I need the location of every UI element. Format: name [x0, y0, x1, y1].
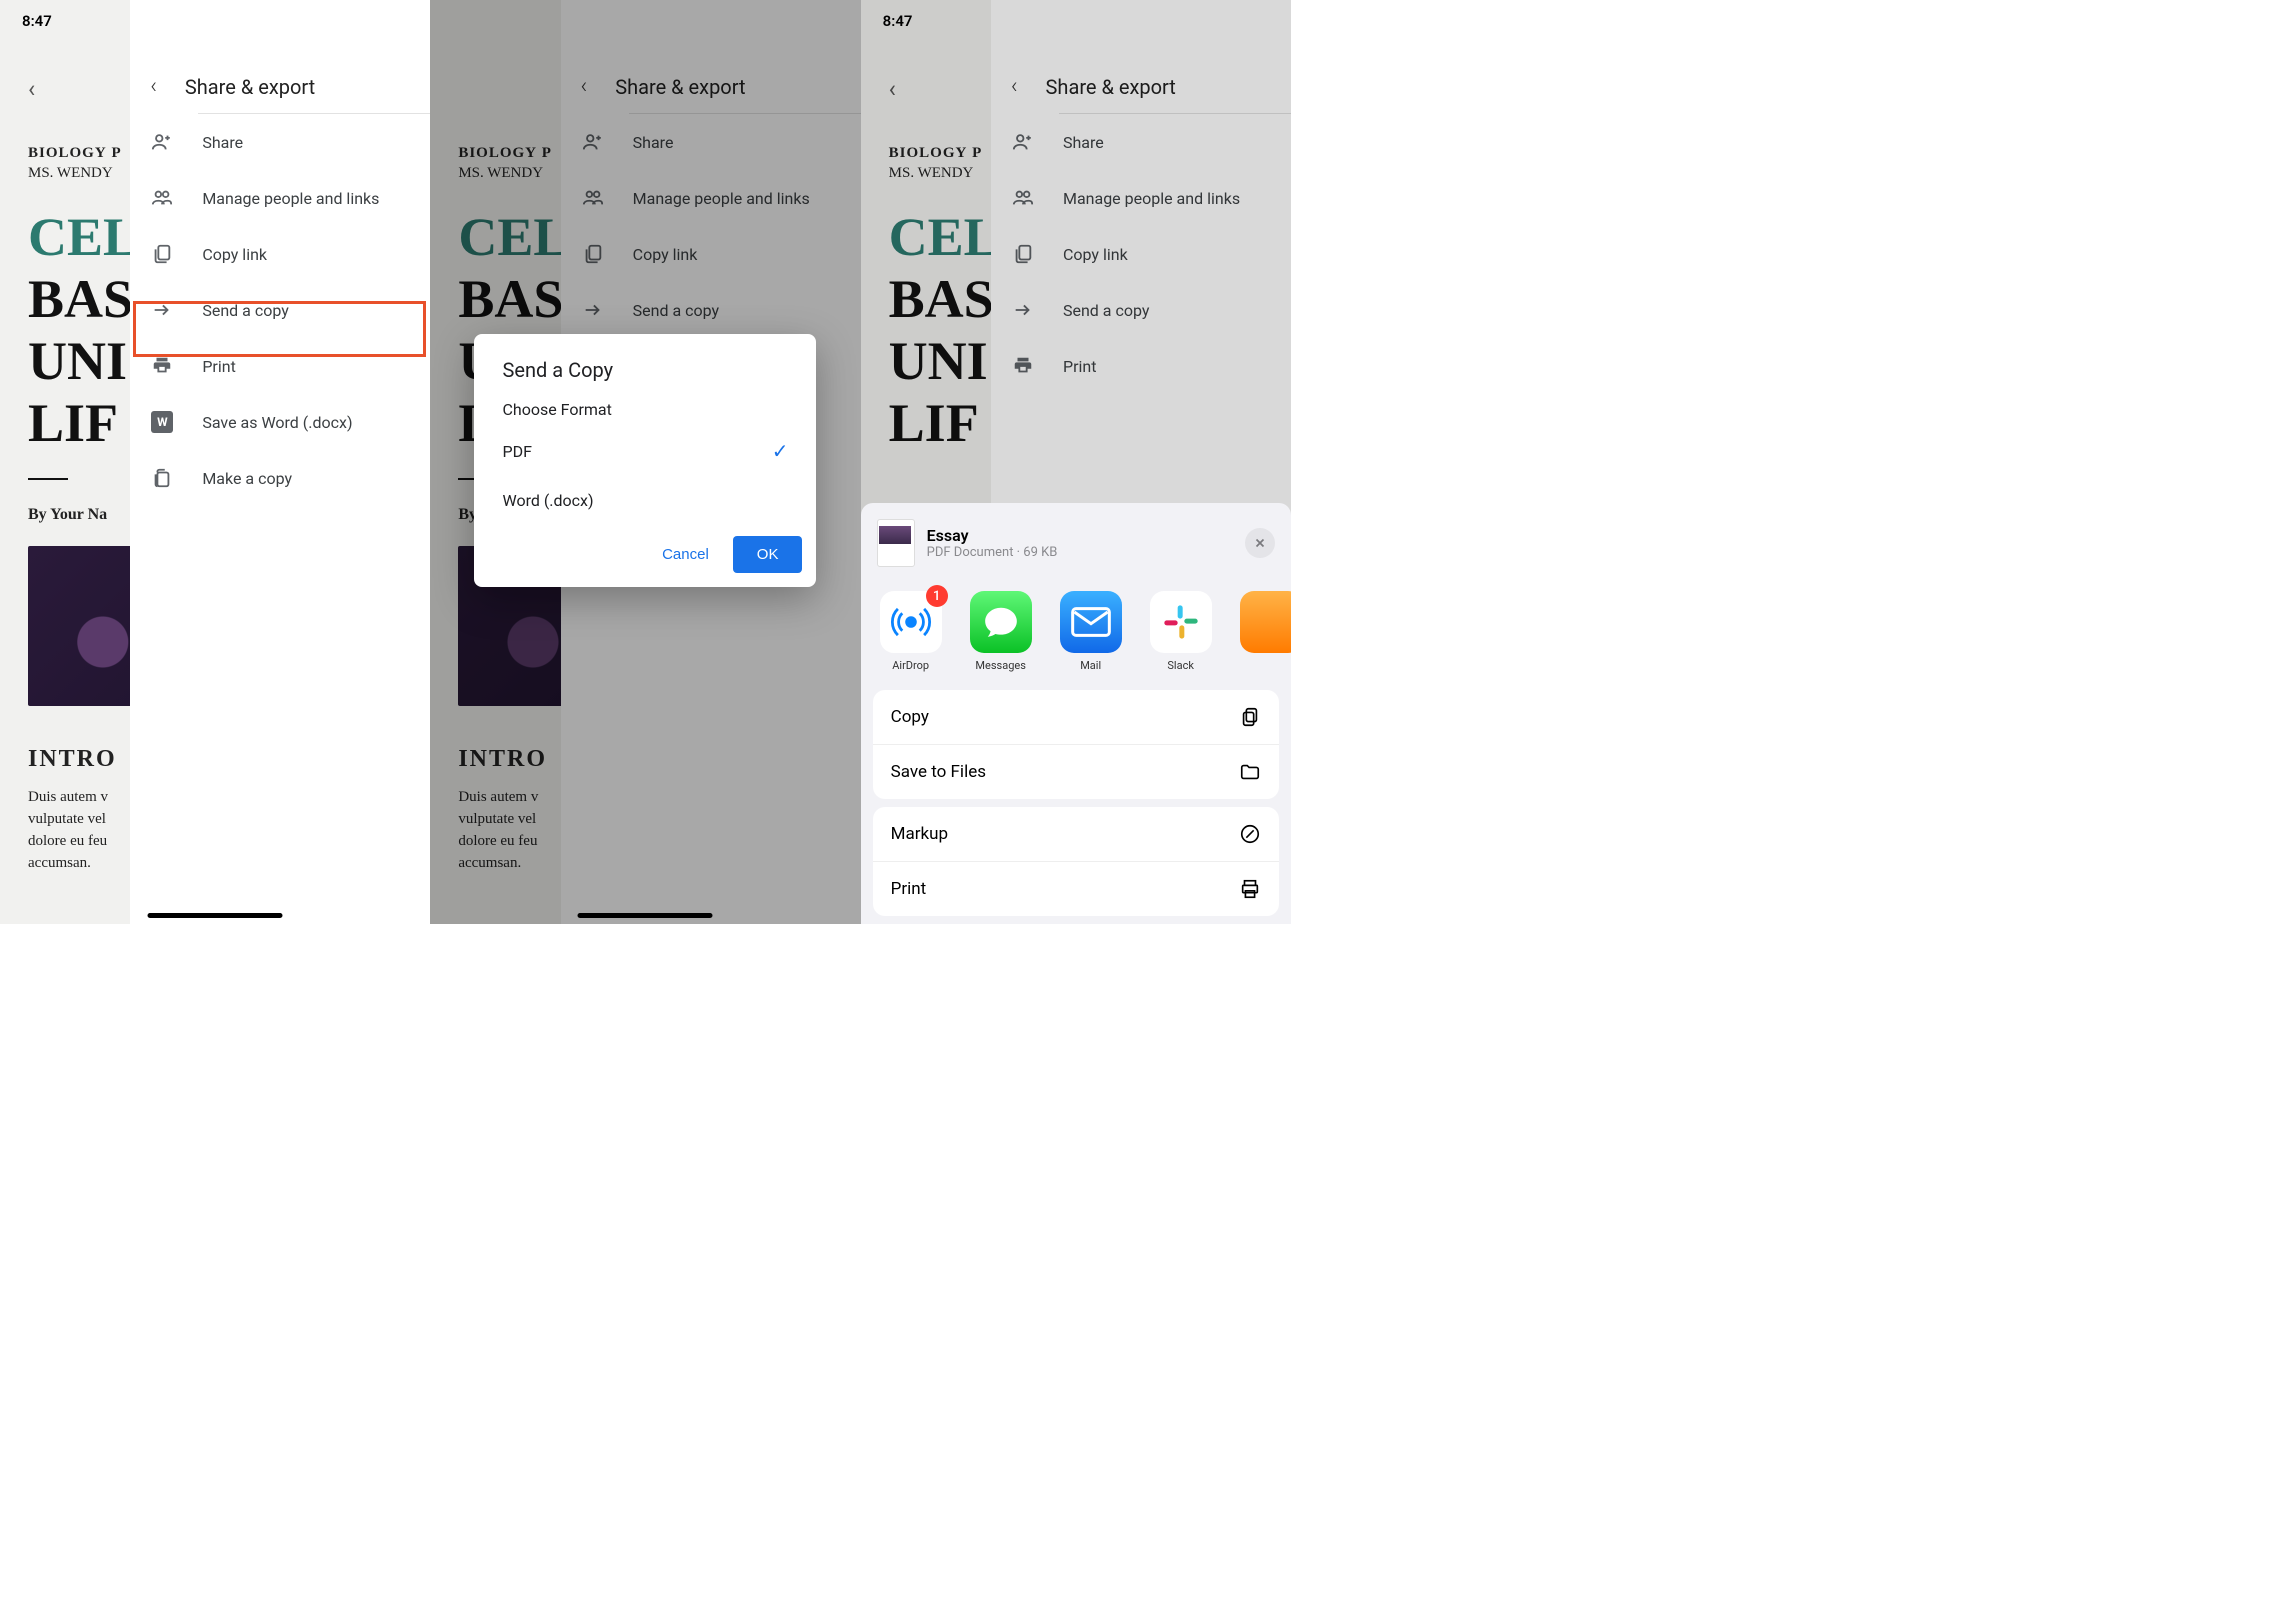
panel-back-icon[interactable]: ‹ [150, 74, 157, 99]
menu-copy-link[interactable]: Copy link [130, 226, 430, 282]
phone-1: 8:47 ▪▪▪ LTE ‹ BIOLOGY P MS. WENDY CEL B… [0, 0, 430, 924]
action-copy-label: Copy [891, 707, 929, 727]
app-slack[interactable]: Slack [1147, 591, 1215, 672]
messages-icon [970, 591, 1032, 653]
menu-print-label: Print [202, 357, 235, 376]
printer-icon [1239, 878, 1261, 900]
share-export-panel: ‹ Share & export Share Manage people and… [130, 0, 430, 924]
share-filemeta: PDF Document · 69 KB [927, 545, 1233, 560]
dialog-title: Send a Copy [474, 334, 816, 392]
share-filename: Essay [927, 526, 1233, 545]
copy-pages-icon [1239, 706, 1261, 728]
airdrop-label: AirDrop [892, 659, 929, 672]
app-airdrop[interactable]: 1 AirDrop [877, 591, 945, 672]
home-indicator[interactable] [578, 913, 713, 918]
slack-icon [1150, 591, 1212, 653]
phone-3: 8:47 ▪▪▪ LTE ‹ BIOLOGY P MS. WENDY CEL B… [861, 0, 1291, 924]
mail-icon [1060, 591, 1122, 653]
ok-button[interactable]: OK [733, 536, 803, 573]
phone-2: ▪▪▪ LTE BIOLOGY P MS. WENDY CEL BAS UNI … [430, 0, 860, 924]
file-thumbnail [877, 519, 915, 567]
send-copy-icon [150, 298, 174, 322]
dialog-option-pdf[interactable]: PDF ✓ [474, 425, 816, 477]
panel-title: Share & export [185, 75, 315, 99]
mail-label: Mail [1080, 659, 1101, 672]
send-copy-dialog: Send a Copy Choose Format PDF ✓ Word (.d… [474, 334, 816, 587]
markup-icon [1239, 823, 1261, 845]
home-indicator[interactable] [148, 913, 283, 918]
back-chevron-icon[interactable]: ‹ [28, 75, 35, 103]
action-print-label: Print [891, 879, 927, 899]
cancel-button[interactable]: Cancel [648, 536, 723, 573]
make-copy-icon [150, 466, 174, 490]
share-actions-group-2: Markup Print [873, 807, 1279, 916]
folder-icon [1239, 761, 1261, 783]
dialog-word-label: Word (.docx) [502, 491, 593, 510]
dialog-pdf-label: PDF [502, 442, 531, 461]
status-time: 8:47 [22, 12, 52, 30]
share-app-row[interactable]: 1 AirDrop Messages Mail Slack [861, 583, 1291, 682]
action-markup-label: Markup [891, 824, 948, 844]
airdrop-icon: 1 [880, 591, 942, 653]
action-markup[interactable]: Markup [873, 807, 1279, 862]
print-icon [150, 354, 174, 378]
people-icon [150, 186, 174, 210]
action-copy[interactable]: Copy [873, 690, 1279, 745]
app-more[interactable] [1237, 591, 1291, 672]
menu-send-copy[interactable]: Send a copy [130, 282, 430, 338]
action-print[interactable]: Print [873, 862, 1279, 916]
messages-label: Messages [975, 659, 1025, 672]
doc-rule [28, 478, 68, 480]
slack-label: Slack [1167, 659, 1194, 672]
menu-makecopy-label: Make a copy [202, 469, 292, 488]
more-app-icon [1240, 591, 1291, 653]
check-icon: ✓ [772, 439, 789, 463]
menu-save-word[interactable]: W Save as Word (.docx) [130, 394, 430, 450]
menu-manage-people[interactable]: Manage people and links [130, 170, 430, 226]
dialog-subtitle: Choose Format [474, 392, 816, 425]
close-button[interactable] [1245, 528, 1275, 558]
person-add-icon [150, 130, 174, 154]
action-save-files[interactable]: Save to Files [873, 745, 1279, 799]
share-actions-group-1: Copy Save to Files [873, 690, 1279, 799]
action-savefiles-label: Save to Files [891, 762, 986, 782]
word-icon: W [150, 410, 174, 434]
ios-share-sheet: Essay PDF Document · 69 KB 1 AirDrop Mes… [861, 503, 1291, 924]
menu-copylink-label: Copy link [202, 245, 267, 264]
copy-link-icon [150, 242, 174, 266]
menu-sendcopy-label: Send a copy [202, 301, 288, 320]
app-messages[interactable]: Messages [967, 591, 1035, 672]
menu-make-copy[interactable]: Make a copy [130, 450, 430, 506]
menu-saveword-label: Save as Word (.docx) [202, 413, 352, 432]
menu-share[interactable]: Share [130, 114, 430, 170]
dialog-option-word[interactable]: Word (.docx) [474, 477, 816, 524]
airdrop-badge: 1 [926, 585, 948, 607]
menu-share-label: Share [202, 133, 243, 152]
menu-manage-label: Manage people and links [202, 189, 379, 208]
menu-print[interactable]: Print [130, 338, 430, 394]
app-mail[interactable]: Mail [1057, 591, 1125, 672]
